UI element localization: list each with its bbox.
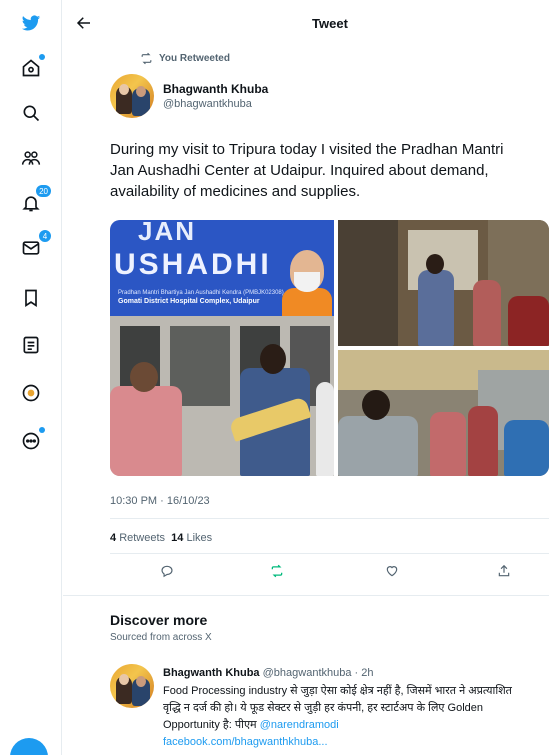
tweet-photo-2[interactable] xyxy=(338,220,549,346)
messages-badge: 4 xyxy=(38,229,52,243)
divider xyxy=(110,518,549,519)
avatar[interactable] xyxy=(110,664,154,708)
heart-icon[interactable] xyxy=(385,564,403,582)
tweet-text: During my visit to Tripura today I visit… xyxy=(110,139,549,202)
people-icon[interactable] xyxy=(18,145,44,171)
list-icon[interactable] xyxy=(18,332,44,358)
compose-button[interactable] xyxy=(10,738,48,755)
author-handle[interactable]: @bhagwantkhuba xyxy=(163,98,252,110)
avatar[interactable] xyxy=(110,74,154,118)
mail-icon[interactable]: 4 xyxy=(18,229,52,261)
recommended-text-line: Opportunity है: पीएम @narendramodi xyxy=(163,719,339,731)
recommended-text-line: वृद्धि न दर्ज की हो। ये फूड सेक्टर से जु… xyxy=(163,702,484,714)
tweet-text-line: availability of medicines and supplies. xyxy=(110,183,361,200)
likes-label[interactable]: Likes xyxy=(186,532,212,544)
tweet-text-line: Jan Aushadhi Center at Udaipur. Inquired… xyxy=(110,162,489,179)
retweets-count[interactable]: 4 xyxy=(110,532,116,544)
external-link[interactable]: facebook.com/bhagwanthkhuba... xyxy=(163,734,549,751)
notifications-badge: 20 xyxy=(35,184,52,198)
bird-logo-icon[interactable] xyxy=(18,10,44,36)
retweet-icon xyxy=(141,52,152,65)
retweets-label[interactable]: Retweets xyxy=(119,532,165,544)
more-icon[interactable] xyxy=(18,427,45,454)
share-icon[interactable] xyxy=(497,564,515,582)
bell-icon[interactable]: 20 xyxy=(18,184,52,216)
retweet-icon[interactable] xyxy=(270,564,288,582)
section-divider xyxy=(63,595,549,596)
home-notification-dot xyxy=(39,54,45,60)
bookmark-icon[interactable] xyxy=(18,285,44,311)
tweet-timestamp[interactable]: 10:30 PM · 16/10/23 xyxy=(110,495,210,507)
retweet-label: You Retweeted xyxy=(159,53,230,64)
recommended-text-line: Food Processing industry से जुड़ा ऐसा को… xyxy=(163,685,512,697)
signboard: JAN USHADHI Pradhan Mantri Bhartiya Jan … xyxy=(110,220,334,316)
tweet-text-line: During my visit to Tripura today I visit… xyxy=(110,141,504,158)
more-notification-dot xyxy=(39,427,45,433)
home-icon[interactable] xyxy=(18,54,45,81)
reply-icon[interactable] xyxy=(160,564,178,582)
discover-title: Discover more xyxy=(110,612,208,628)
retweet-context[interactable]: You Retweeted xyxy=(140,52,230,65)
author-name[interactable]: Bhagwanth Khuba xyxy=(163,82,268,96)
page-title: Tweet xyxy=(312,16,348,31)
recommended-tweet-text[interactable]: Food Processing industry से जुड़ा ऐसा को… xyxy=(163,683,549,751)
likes-count[interactable]: 14 xyxy=(171,532,183,544)
tweet-actions xyxy=(110,560,549,586)
mention-link[interactable]: @narendramodi xyxy=(260,719,339,731)
tweet-photo-3[interactable] xyxy=(338,350,549,476)
recommended-author-meta[interactable]: @bhagwantkhuba · 2h xyxy=(263,667,374,679)
tweet-photo-1[interactable]: JAN USHADHI Pradhan Mantri Bhartiya Jan … xyxy=(110,220,334,476)
tweet-media-grid: JAN USHADHI Pradhan Mantri Bhartiya Jan … xyxy=(110,220,549,476)
page-header: Tweet xyxy=(63,0,549,48)
search-icon[interactable] xyxy=(18,100,44,126)
nav-rail: 20 4 xyxy=(0,0,62,755)
discover-subtitle: Sourced from across X xyxy=(110,632,212,643)
recommended-author-name[interactable]: Bhagwanth Khuba xyxy=(163,667,260,679)
tweet-stats: 4 Retweets 14 Likes xyxy=(110,532,212,544)
recommended-tweet-header[interactable]: Bhagwanth Khuba @bhagwantkhuba · 2h xyxy=(163,667,373,679)
divider xyxy=(110,553,549,554)
profile-icon[interactable] xyxy=(18,380,44,406)
